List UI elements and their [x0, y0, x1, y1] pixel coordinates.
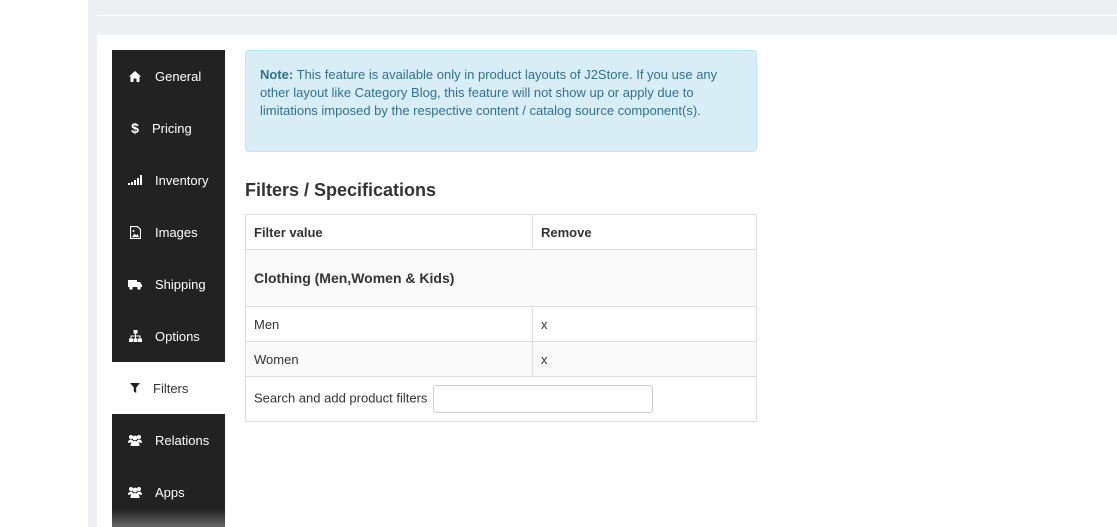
sidebar-item-label: Filters — [153, 380, 189, 396]
image-file-icon — [128, 225, 142, 239]
signal-bars-icon — [128, 173, 142, 187]
table-row: Men x — [245, 306, 757, 342]
sidebar-item-label: Inventory — [155, 172, 209, 188]
home-icon — [128, 69, 142, 83]
left-margin — [0, 0, 88, 527]
sidebar-item-label: Shipping — [155, 276, 206, 292]
sidebar-item-general[interactable]: General — [112, 50, 225, 102]
product-tabs-sidebar: General $ Pricing Inventory Images Shipp… — [112, 50, 225, 527]
section-title: Filters / Specifications — [245, 180, 437, 200]
sidebar-item-label: Apps — [155, 484, 185, 500]
search-filter-cell: Search and add product filters — [245, 376, 757, 422]
truck-icon — [128, 277, 142, 291]
filter-group-row: Clothing (Men,Women & Kids) — [245, 249, 757, 307]
header-divider — [97, 15, 1117, 16]
filter-group-name: Clothing (Men,Women & Kids) — [245, 249, 757, 307]
table-header-row: Filter value Remove — [245, 214, 757, 250]
sidebar-item-images[interactable]: Images — [112, 206, 225, 258]
sidebar-item-label: Options — [155, 328, 200, 344]
sidebar-item-filters[interactable]: Filters — [112, 362, 225, 414]
column-header-remove: Remove — [532, 214, 757, 250]
users-icon — [128, 485, 142, 499]
filter-icon — [128, 381, 142, 395]
alert-label: Note: — [260, 67, 294, 82]
remove-filter-button[interactable]: x — [532, 341, 757, 377]
remove-filter-button[interactable]: x — [532, 306, 757, 342]
search-filter-label: Search and add product filters — [254, 390, 428, 406]
sidebar-item-shipping[interactable]: Shipping — [112, 258, 225, 310]
filter-value-cell: Men — [245, 306, 533, 342]
sidebar-item-pricing[interactable]: $ Pricing — [112, 102, 225, 154]
search-filter-input[interactable] — [433, 385, 654, 413]
users-icon — [128, 433, 142, 447]
sidebar-item-options[interactable]: Options — [112, 310, 225, 362]
sidebar-item-relations[interactable]: Relations — [112, 414, 225, 466]
dollar-icon: $ — [131, 120, 139, 136]
sidebar-item-label: General — [155, 68, 202, 84]
filters-table: Filter value Remove Clothing (Men,Women … — [245, 214, 757, 422]
sidebar-item-label: Relations — [155, 432, 210, 448]
sidebar-item-inventory[interactable]: Inventory — [112, 154, 225, 206]
alert-text: This feature is available only in produc… — [260, 67, 718, 118]
sidebar-item-label: Images — [155, 224, 198, 240]
sitemap-icon — [128, 329, 142, 343]
column-header-filter-value: Filter value — [245, 214, 533, 250]
filter-value-cell: Women — [245, 341, 533, 377]
table-row: Women x — [245, 341, 757, 377]
search-filter-row: Search and add product filters — [245, 376, 757, 422]
info-alert: Note: This feature is available only in … — [245, 50, 757, 152]
sidebar-item-label: Pricing — [152, 120, 192, 136]
sidebar-item-apps[interactable]: Apps — [112, 466, 225, 518]
